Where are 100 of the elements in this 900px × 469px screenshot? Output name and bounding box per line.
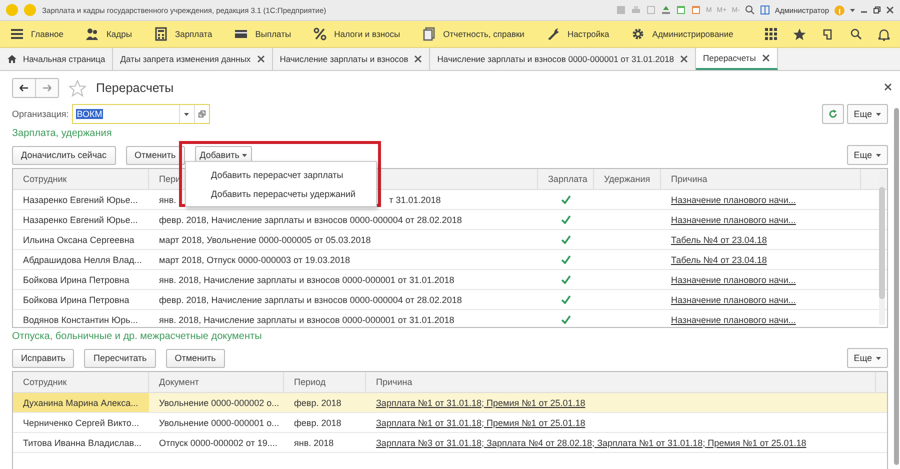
- column-header[interactable]: Сотрудник: [13, 169, 149, 189]
- table-row[interactable]: Черниченко Сергей Викто... Увольнение 0000-000001 о... февр. 2018 Зарплата №1 от 31.01.18; Премия №1 от 25.01.18: [13, 413, 887, 433]
- check-icon: [561, 275, 571, 284]
- form-title: Перерасчеты: [96, 81, 174, 95]
- table-cell-text: Ильина Оксана Сергеевна: [22, 234, 136, 247]
- star-icon[interactable]: [69, 80, 86, 96]
- back-button[interactable]: [13, 79, 35, 97]
- section-item[interactable]: Выплаты: [234, 27, 292, 41]
- table-cell-text: Бойкова Ирина Петровна: [22, 274, 130, 287]
- scrollbar[interactable]: [894, 108, 899, 465]
- caret-icon: [876, 154, 881, 156]
- caret-icon: [184, 112, 190, 116]
- toolbar-button[interactable]: Доначислить сейчас: [12, 146, 116, 164]
- toolbar-button[interactable]: Пересчитать: [84, 348, 156, 368]
- app-logo: [6, 4, 18, 16]
- percent-icon: [313, 27, 328, 41]
- section-item[interactable]: Налоги и взносы: [313, 27, 400, 41]
- reason-link[interactable]: Назначение планового начи...: [671, 274, 796, 284]
- caret-icon: [850, 8, 855, 12]
- menu-item[interactable]: Добавить перерасчет зарплаты: [186, 165, 376, 184]
- scrollbar-thumb[interactable]: [879, 187, 885, 299]
- caret-icon: [876, 112, 881, 116]
- check-icon: [561, 235, 571, 244]
- section-item[interactable]: Администрирование: [631, 27, 734, 41]
- check-icon: [561, 195, 571, 204]
- calendar-icon[interactable]: [690, 5, 701, 15]
- reason-link[interactable]: Табель №4 от 23.04.18: [671, 254, 767, 264]
- tab[interactable]: Перерасчеты: [696, 48, 778, 70]
- bell-icon[interactable]: [878, 28, 890, 40]
- check-icon: [561, 295, 571, 304]
- card-icon: [234, 27, 248, 41]
- field-label: Организация:: [12, 109, 69, 119]
- more-button[interactable]: Еще: [846, 104, 888, 124]
- table-row[interactable]: Титова Иванна Владислав... Отпуск 0000-000002 от 19.... янв. 2018 Зарплата №3 от 31.01.18; Зарплата №4 от 28.02.18; Зарплата №1 от 31.01.18; Премия №1 от 25.01.18: [13, 433, 887, 453]
- table-cell: янв. 2018, Начисление зарплаты и взносов 0000-000001 от 31.01.2018: [159, 274, 454, 284]
- table-cell-text: Назаренко Евгений Юрье...: [22, 194, 139, 207]
- home-icon: [7, 54, 17, 64]
- tab-close-icon[interactable]: [680, 55, 688, 63]
- upload-icon[interactable]: [660, 5, 671, 15]
- reason-link[interactable]: Назначение планового начи...: [671, 294, 796, 304]
- column-header[interactable]: Удержания: [594, 169, 661, 189]
- tab-close-icon[interactable]: [256, 55, 265, 63]
- reason-link[interactable]: Назначение планового начи...: [671, 194, 796, 204]
- toolbar-button[interactable]: Отменить: [166, 348, 225, 368]
- section-item[interactable]: Кадры: [85, 27, 132, 41]
- section-item[interactable]: Отчетность, справки: [422, 27, 524, 41]
- section-item[interactable]: Зарплата: [154, 27, 212, 41]
- more-button[interactable]: Еще: [846, 348, 888, 368]
- open-link-icon[interactable]: [198, 110, 206, 118]
- table-cell: февр. 2018, Начисление зарплаты и взносов 0000-000004 от 28.02.2018: [159, 294, 462, 304]
- check-icon: [561, 255, 571, 264]
- calculator-icon: [154, 27, 168, 41]
- reason-link[interactable]: Табель №4 от 23.04.18: [671, 234, 767, 244]
- section-item[interactable]: Настройка: [546, 27, 610, 41]
- table-cell: март 2018, Увольнение 0000-000005 от 05.03.2018: [159, 234, 371, 244]
- more-button[interactable]: Еще: [846, 145, 888, 165]
- star-icon[interactable]: [793, 28, 806, 40]
- toolbar-button[interactable]: Исправить: [12, 348, 74, 368]
- refresh-button[interactable]: [822, 104, 844, 124]
- table-cell-text: Назаренко Евгений Юрье...: [22, 214, 139, 227]
- tab[interactable]: Начальная страница: [0, 48, 114, 70]
- menu-icon: [10, 27, 24, 41]
- restore-icon[interactable]: [873, 6, 881, 14]
- check-icon: [561, 215, 571, 224]
- arrow-left-icon: [19, 84, 29, 92]
- column-header[interactable]: Зарплата: [538, 169, 594, 189]
- tab[interactable]: Даты запрета изменения данных: [113, 48, 273, 70]
- column-header[interactable]: Причина: [661, 169, 861, 189]
- column-header[interactable]: Период: [284, 372, 366, 392]
- refresh-icon: [828, 109, 838, 119]
- table-cell-text: Водянов Константин Юрь...: [22, 314, 139, 327]
- column-header[interactable]: Сотрудник: [13, 372, 149, 392]
- apps-grid-icon[interactable]: [765, 28, 777, 40]
- table-cell: т 31.01.2018: [389, 194, 441, 204]
- tab[interactable]: Начисление зарплаты и взносов: [272, 48, 430, 70]
- reason-link[interactable]: Назначение планового начи...: [671, 314, 796, 324]
- documents-icon: [422, 27, 436, 41]
- section-item[interactable]: Главное: [10, 27, 64, 41]
- panel-icon[interactable]: [760, 5, 770, 15]
- search-icon[interactable]: [850, 28, 862, 40]
- zoom-icon[interactable]: [744, 5, 755, 15]
- toolbar-button[interactable]: Отменить: [126, 146, 185, 164]
- tab-close-icon[interactable]: [414, 55, 422, 63]
- wrench-icon: [546, 27, 560, 41]
- reason-link[interactable]: Назначение планового начи...: [671, 214, 796, 224]
- table-cell: февр. 2018, Начисление зарплаты и взносов 0000-000004 от 28.02.2018: [159, 214, 462, 224]
- caret-icon: [876, 356, 881, 360]
- tab-close-icon[interactable]: [762, 54, 770, 62]
- table-row[interactable]: Духанина Марина Алекса... Увольнение 0000-000002 о... февр. 2018 Зарплата №1 от 31.01.18; Премия №1 от 25.01.18: [13, 393, 887, 413]
- column-header[interactable]: Документ: [149, 372, 284, 392]
- menu-item[interactable]: Добавить перерасчеты удержаний: [186, 184, 376, 203]
- caret-icon: [242, 154, 248, 156]
- organization-field[interactable]: ВОКМ: [72, 104, 210, 124]
- section-title: Зарплата, удержания: [12, 128, 113, 141]
- table-cell-text: Абдрашидова Нелля Влад...: [22, 254, 143, 267]
- gear-icon: [631, 27, 646, 41]
- close-icon[interactable]: [884, 83, 892, 91]
- column-header[interactable]: Причина: [366, 372, 876, 392]
- table-cell: янв. 2018, Начисление зарплаты и взносов 0000-000001 от 31.01.2018: [159, 314, 454, 324]
- close-icon[interactable]: [886, 6, 894, 14]
